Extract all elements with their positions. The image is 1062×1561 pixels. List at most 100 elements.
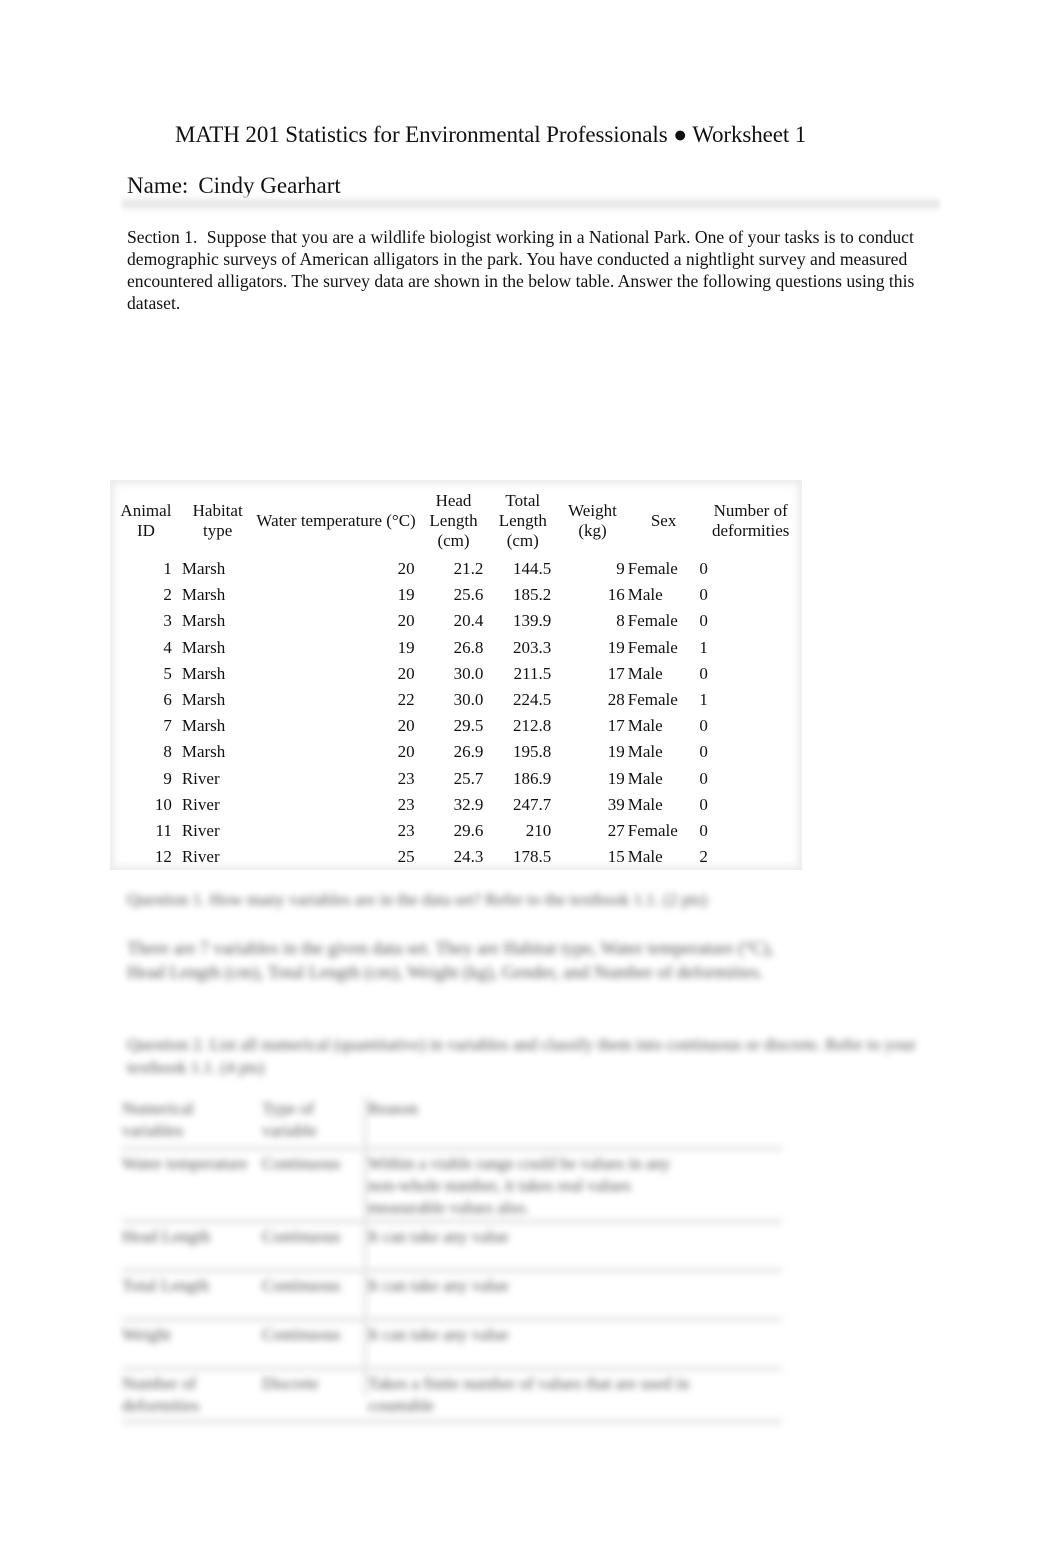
table-cell: 16 [607, 585, 625, 605]
table-cell: 15 [607, 847, 625, 867]
variable-table-cell: Weight [122, 1325, 171, 1344]
table-cell: 30.0 [453, 663, 484, 683]
table-cell: 0 [699, 559, 708, 579]
table-cell: Male [627, 663, 663, 683]
variable-table-cell: Continuous [262, 1154, 341, 1173]
variable-table-row: Weight Continuous It can take any value [122, 1322, 782, 1371]
table-cell: 20 [397, 716, 415, 736]
column-header: Water temperature (°C) [256, 511, 416, 530]
table-cell: Marsh [181, 742, 226, 762]
table-cell: Marsh [181, 663, 226, 683]
variable-table-cell: Reason [368, 1099, 419, 1118]
table-cell: Female [627, 559, 678, 579]
variable-table-cell: Water temperature [122, 1154, 248, 1173]
variable-table-cell: Numerical variables [122, 1099, 194, 1140]
survey-table-container: Animal ID Habitat type Water temperature (… [110, 480, 802, 870]
table-cell: 19 [397, 585, 415, 605]
variable-table-cell: Head Length [122, 1227, 211, 1246]
table-cell: 19 [397, 637, 415, 657]
table-cell: 0 [699, 611, 708, 631]
table-cell: 210 [525, 820, 552, 840]
table-cell: 5 [163, 663, 172, 683]
variable-table-row: Number of deformities Discrete Takes a fin… [122, 1371, 782, 1424]
column-header: Animal ID [120, 501, 172, 540]
question-2: Question 2. List all numerical (quantita… [127, 1035, 916, 1077]
table-cell: Female [627, 690, 678, 710]
table-cell: Marsh [181, 690, 226, 710]
table-cell: 26.8 [453, 637, 484, 657]
table-row: 1 Marsh 20 21.2 144.5 9 Female 0 [110, 556, 802, 582]
table-cell: 11 [155, 820, 172, 840]
table-cell: 9 [616, 559, 625, 579]
table-cell: 139.9 [512, 611, 552, 631]
table-cell: 26.9 [453, 742, 484, 762]
table-cell: 7 [163, 716, 172, 736]
worksheet-title: MATH 201 Statistics for Environmental Pr… [175, 122, 807, 147]
variable-table-cell: It can take any value [368, 1227, 509, 1246]
table-cell: 224.5 [512, 690, 552, 710]
table-cell: 178.5 [512, 847, 552, 867]
table-cell: 20 [397, 611, 415, 631]
table-row: 12 River 25 24.3 178.5 15 Male 2 [110, 844, 802, 870]
variable-table-row: Total Length Continuous It can take any va… [122, 1273, 782, 1322]
table-cell: 1 [699, 637, 708, 657]
table-cell: 39 [607, 794, 625, 814]
table-row: 11 River 23 29.6 210 27 Female 0 [110, 818, 802, 844]
table-cell: Male [627, 716, 663, 736]
table-cell: 144.5 [512, 559, 552, 579]
table-cell: 12 [154, 847, 172, 867]
table-row: 4 Marsh 19 26.8 203.3 19 Female 1 [110, 635, 802, 661]
variable-table-cell: Takes a finite number of values that are… [368, 1374, 690, 1415]
table-header-row: Animal ID Habitat type Water temperature (… [110, 486, 802, 556]
student-name: Cindy Gearhart [198, 173, 341, 198]
table-cell: River [181, 794, 220, 814]
table-cell: Marsh [181, 559, 226, 579]
table-cell: 10 [154, 794, 172, 814]
table-cell: 185.2 [512, 585, 552, 605]
table-cell: 29.5 [453, 716, 484, 736]
column-header: Total Length (cm) [498, 491, 547, 550]
column-header: Sex [650, 511, 677, 530]
table-cell: 22 [397, 690, 415, 710]
table-cell: River [181, 768, 220, 788]
variable-table-cell: Type of variable [262, 1099, 317, 1140]
variable-table-cell: Continuous [262, 1227, 341, 1246]
question-1: Question 1. How many variables are in th… [127, 890, 708, 909]
table-cell: 6 [163, 690, 172, 710]
variable-table-cell: It can take any value [368, 1276, 509, 1295]
table-cell: 8 [163, 742, 172, 762]
table-cell: Male [627, 585, 663, 605]
table-row: 7 Marsh 20 29.5 212.8 17 Male 0 [110, 713, 802, 739]
table-cell: 0 [699, 716, 708, 736]
table-cell: 247.7 [512, 794, 552, 814]
table-row: 6 Marsh 22 30.0 224.5 28 Female 1 [110, 687, 802, 713]
table-cell: 1 [163, 559, 172, 579]
column-header: Habitat type [192, 501, 243, 540]
table-cell: Marsh [181, 585, 226, 605]
column-header: Head Length (cm) [429, 491, 478, 550]
table-cell: 25.6 [453, 585, 484, 605]
table-row: 2 Marsh 19 25.6 185.2 16 Male 0 [110, 582, 802, 608]
section-intro: Section 1. Suppose that you are a wildli… [127, 226, 947, 314]
variable-table-cell: Within a viable range could be values in… [368, 1154, 671, 1217]
variable-table-cell: Continuous [262, 1325, 341, 1344]
table-cell: Marsh [181, 716, 226, 736]
table-cell: Marsh [181, 611, 226, 631]
table-cell: 23 [397, 794, 415, 814]
table-cell: 195.8 [512, 742, 552, 762]
survey-table: Animal ID Habitat type Water temperature (… [110, 486, 802, 870]
table-row: 10 River 23 32.9 247.7 39 Male 0 [110, 792, 802, 818]
table-cell: River [181, 820, 220, 840]
table-row: 9 River 23 25.7 186.9 19 Male 0 [110, 766, 802, 792]
table-cell: 23 [397, 820, 415, 840]
table-cell: 20 [397, 663, 415, 683]
name-underline [122, 196, 940, 212]
table-cell: 0 [699, 820, 708, 840]
variable-table-cell: Discrete [262, 1374, 319, 1393]
table-cell: Male [627, 794, 663, 814]
table-cell: 211.5 [513, 663, 552, 683]
answer-1: There are 7 variables in the given data … [127, 938, 774, 982]
table-cell: 19 [607, 637, 625, 657]
table-cell: 212.8 [512, 716, 552, 736]
column-header: Weight (kg) [568, 501, 617, 540]
